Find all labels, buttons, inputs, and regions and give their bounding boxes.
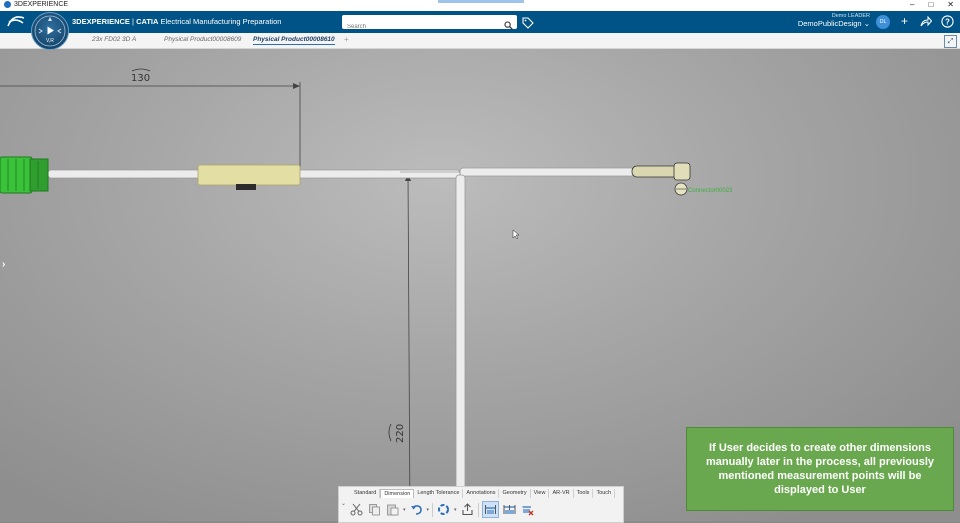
drag-handle[interactable] xyxy=(438,0,524,3)
dimension-chain-icon[interactable] xyxy=(502,502,517,517)
update-options-chevron-icon[interactable]: ▾ xyxy=(454,507,457,513)
share-icon[interactable] xyxy=(918,14,933,29)
brand-title: 3DEXPERIENCE | CATIA Electrical Manufact… xyxy=(72,17,281,26)
toolbar-separator xyxy=(432,502,434,517)
search-box xyxy=(342,15,517,34)
tag-icon[interactable] xyxy=(522,16,534,34)
window-title: 3DEXPERIENCE xyxy=(14,1,69,8)
toolbar-tab-view[interactable]: View xyxy=(531,489,550,498)
tab-physical-product-8610[interactable]: Physical Product00008610 xyxy=(253,36,335,45)
app-header: 3DEXPERIENCE | CATIA Electrical Manufact… xyxy=(0,11,960,34)
update-icon[interactable] xyxy=(436,502,451,517)
help-icon[interactable]: ? xyxy=(940,14,955,29)
toolbar-separator xyxy=(477,502,479,517)
minimize-button[interactable]: – xyxy=(910,0,914,9)
toolbar-dropdown-icon[interactable]: ⌄ xyxy=(341,500,346,507)
dimension-vertical[interactable]: 220 xyxy=(388,173,460,521)
paste-options-chevron-icon[interactable]: ▾ xyxy=(403,507,406,513)
dimension-delete-icon[interactable] xyxy=(520,502,535,517)
cut-icon[interactable] xyxy=(349,502,364,517)
toolbar-tabs: Standard Dimension Length Tolerance Anno… xyxy=(351,489,616,498)
svg-text:?: ? xyxy=(945,18,950,27)
chevron-down-icon: ⌄ xyxy=(863,19,870,28)
export-icon[interactable] xyxy=(460,502,475,517)
brand-3dexperience: 3DEXPERIENCE xyxy=(72,17,130,26)
ds-logo-icon[interactable] xyxy=(6,14,26,31)
connector-left[interactable] xyxy=(0,156,49,194)
toolbar-tab-tools[interactable]: Tools xyxy=(574,489,594,498)
add-icon[interactable]: + xyxy=(897,14,912,29)
dimension-icon[interactable] xyxy=(481,501,499,518)
search-input[interactable] xyxy=(342,20,502,34)
paste-icon[interactable] xyxy=(385,502,400,517)
window-app: 3DEXPERIENCE xyxy=(4,1,68,8)
connector-label: Connector00023 xyxy=(688,188,733,194)
app-name: Electrical Manufacturing Preparation xyxy=(160,17,282,26)
dimension-horizontal-value: 130 xyxy=(131,73,150,84)
toolbar-icons: ▾ ▾ ▾ xyxy=(349,501,535,518)
tutorial-note-text: If User decides to create other dimensio… xyxy=(705,442,935,496)
compass-version: V,R xyxy=(46,38,54,44)
toolbar-tab-length-tolerance[interactable]: Length Tolerance xyxy=(414,489,464,498)
window-titlebar: 3DEXPERIENCE – □ ✕ xyxy=(0,0,960,11)
user-info[interactable]: Demo LEADER DemoPublicDesign ⌄ xyxy=(780,13,870,28)
app-icon xyxy=(4,1,11,8)
connector-right[interactable]: Connector00023 xyxy=(631,162,733,196)
dimension-horizontal[interactable]: 130 xyxy=(0,68,301,174)
brand-catia: CATIA xyxy=(136,17,159,26)
clamp-part[interactable] xyxy=(197,164,301,190)
wire-harness-branch[interactable] xyxy=(455,174,466,521)
document-tabs: 23x FD02 3D A Physical Product00008609 P… xyxy=(0,33,960,49)
mouse-cursor-icon xyxy=(512,229,520,240)
toolbar-tab-geometry[interactable]: Geometry xyxy=(499,489,531,498)
toolbar-tab-standard[interactable]: Standard xyxy=(351,489,381,498)
dimension-vertical-value: 220 xyxy=(395,424,406,443)
tutorial-note-box: If User decides to create other dimensio… xyxy=(686,427,954,511)
toolbar-tab-ar-vr[interactable]: AR-VR xyxy=(549,489,574,498)
workspace-name: DemoPublicDesign xyxy=(797,19,862,28)
undo-options-chevron-icon[interactable]: ▾ xyxy=(427,507,430,513)
close-button[interactable]: ✕ xyxy=(947,0,954,9)
avatar[interactable]: DL xyxy=(876,15,890,29)
add-tab-button[interactable]: + xyxy=(344,35,349,44)
tab-physical-product-8609[interactable]: Physical Product00008609 xyxy=(164,36,241,43)
copy-icon[interactable] xyxy=(367,502,382,517)
undo-icon[interactable] xyxy=(409,502,424,517)
toolbar-tab-dimension[interactable]: Dimension xyxy=(380,489,415,498)
expand-panel-icon[interactable]: › xyxy=(2,259,5,270)
toolbar-tab-touch[interactable]: Touch xyxy=(593,489,616,498)
expand-icon[interactable]: ⤢ xyxy=(944,35,957,48)
wire-harness-main[interactable] xyxy=(47,167,635,179)
workspace-selector[interactable]: DemoPublicDesign ⌄ xyxy=(780,19,870,28)
tab-23x-fd02[interactable]: 23x FD02 3D A xyxy=(92,36,136,43)
maximize-button[interactable]: □ xyxy=(928,0,933,9)
compass-widget[interactable]: V,R xyxy=(31,12,69,50)
toolbar-tab-annotations[interactable]: Annotations xyxy=(463,489,500,498)
action-bar: ⌄ Standard Dimension Length Tolerance An… xyxy=(338,486,624,523)
window-controls: – □ ✕ xyxy=(910,0,954,9)
